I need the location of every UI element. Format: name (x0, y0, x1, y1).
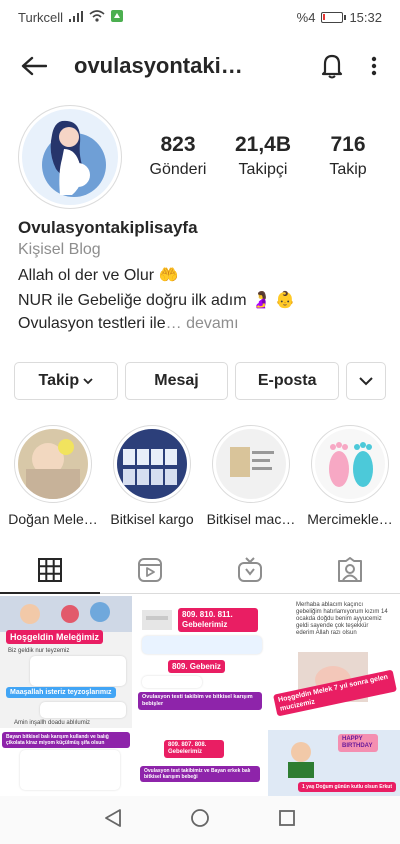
tab-igtv[interactable] (200, 546, 300, 593)
nav-back-button[interactable] (104, 808, 122, 833)
post-caption-tag: Hoşgeldin Meleğimiz (6, 630, 104, 644)
email-button[interactable]: E-posta (235, 362, 340, 400)
highlight-cover (18, 429, 88, 499)
profile-header: 823 Gönderi 21,4B Takipçi 716 Takip (0, 105, 400, 215)
highlight-label: Bitkisel mac… (206, 511, 296, 527)
tab-reels[interactable] (100, 546, 200, 593)
post-caption-tag: Bayan bitkisel balı karışım kullandı ve … (2, 732, 130, 748)
clock: 15:32 (349, 9, 382, 25)
post-caption-tag: 1 yaş Doğum günün kutlu olsun Erkut (298, 782, 397, 792)
following-label: Takip (329, 161, 367, 178)
highlight-cover (216, 429, 286, 499)
post-thumbnail[interactable]: HAPPY BIRTHDAY 1 yaş Doğum günün kutlu o… (268, 730, 400, 796)
highlight-label: Doğan Mele… (8, 511, 98, 527)
message-button[interactable]: Mesaj (124, 362, 229, 400)
suggested-dropdown-button[interactable] (346, 362, 387, 400)
post-thumbnail[interactable]: 809. 807. 808. Gebelerimiz Ovulasyon tes… (134, 730, 266, 796)
igtv-icon (238, 556, 262, 582)
category-label: Kişisel Blog (18, 241, 101, 258)
bio-line-2: NUR ile Gebeliğe doğru ilk adım 🤰 👶 (18, 292, 296, 309)
chevron-down-icon (359, 376, 373, 385)
notifications-button[interactable] (314, 48, 350, 84)
profile-stats: 823 Gönderi 21,4B Takipçi 716 Takip (138, 133, 388, 179)
display-name: Ovulasyontakiplisayfa (18, 218, 198, 237)
notification-app-icon (111, 9, 124, 25)
highlight-cover (117, 429, 187, 499)
posts-count: 823 (160, 133, 196, 156)
highlight-label: Mercimekle… (307, 511, 393, 527)
follow-label: Takip (38, 372, 80, 389)
top-bar: ovulasyontaki… (0, 40, 400, 92)
highlight-item[interactable]: Bitkisel kargo (107, 425, 197, 530)
avatar (22, 109, 118, 205)
followers-count: 21,4B (234, 133, 292, 156)
bell-icon (321, 54, 343, 79)
highlight-cover (315, 429, 385, 499)
post-text: Amin inşallh doadu ablılumiz (14, 720, 91, 726)
avatar-ring[interactable] (18, 105, 122, 209)
bio-more-link[interactable]: … devamı (166, 315, 239, 332)
status-bar: Turkcell %4 15:32 (0, 0, 400, 34)
profile-actions: Takip Mesaj E-posta (14, 362, 387, 400)
highlight-label: Bitkisel kargo (110, 511, 194, 527)
posts-stat[interactable]: 823 Gönderi (138, 133, 218, 179)
post-caption-tag: Ovulasyon test takibimiz ve Bayan erkek … (140, 766, 260, 782)
battery-icon (321, 11, 347, 23)
post-caption-tag: Maaşallah isteriz teyzoşlarımız (6, 687, 116, 698)
grid-icon (38, 557, 62, 582)
wifi-icon (89, 9, 105, 25)
post-caption-tag: Ovulasyon testi takibim ve bitkisel karı… (138, 692, 262, 710)
followers-label: Takipçi (238, 161, 288, 178)
post-thumbnail[interactable]: 809. 810. 811. Gebelerimiz 809. Gebeniz … (134, 596, 266, 728)
highlight-item[interactable]: Bitkisel mac… (206, 425, 296, 530)
following-count: 716 (330, 133, 366, 156)
profile-bio: Ovulasyontakiplisayfa Kişisel Blog Allah… (18, 218, 388, 340)
bio-line-3: Ovulasyon testleri ile… devamı (18, 315, 388, 340)
chevron-down-icon (83, 377, 93, 384)
post-caption-tag: 809. Gebeniz (168, 660, 225, 673)
highlight-item[interactable]: Mercimekle… (305, 425, 395, 530)
post-thumbnail[interactable]: Bayan bitkisel balı karışım kullandı ve … (0, 730, 132, 796)
highlight-item[interactable]: Doğan Mele… (8, 425, 98, 530)
post-caption-tag: 809. 810. 811. Gebelerimiz (178, 608, 258, 632)
carrier-label: Turkcell (18, 9, 64, 25)
profile-username: ovulasyontaki… (74, 53, 243, 78)
post-thumbnail[interactable]: Merhaba ablacım kaçıncı gebeliğim hatırl… (268, 596, 400, 728)
post-text: Biz geldik nur teyzemiz (8, 648, 70, 654)
tab-tagged[interactable] (300, 546, 400, 593)
square-recents-icon (279, 809, 295, 826)
following-stat[interactable]: 716 Takip (308, 133, 388, 179)
posts-grid: Hoşgeldin Meleğimiz Biz geldik nur teyze… (0, 596, 400, 796)
options-button[interactable] (364, 48, 384, 84)
battery-percent: %4 (296, 9, 316, 25)
more-vertical-icon (371, 56, 377, 76)
battery-level (323, 13, 326, 20)
bio-line-1: Allah ol der ve Olur 🤲 (18, 267, 179, 284)
profile-tabs (0, 546, 400, 594)
back-button[interactable] (16, 48, 52, 84)
posts-label: Gönderi (149, 161, 207, 178)
tagged-icon (338, 556, 362, 582)
triangle-back-icon (105, 808, 121, 827)
circle-home-icon (191, 808, 209, 827)
bio-line-3-text: Ovulasyon testleri ile (18, 315, 166, 332)
post-text: Merhaba ablacım kaçıncı gebeliğim hatırl… (296, 602, 388, 636)
arrow-left-icon (21, 56, 47, 76)
followers-stat[interactable]: 21,4B Takipçi (223, 133, 303, 179)
post-thumbnail[interactable]: Hoşgeldin Meleğimiz Biz geldik nur teyze… (0, 596, 132, 728)
post-caption-tag: 809. 807. 808. Gebelerimiz (164, 740, 224, 758)
story-highlights: Doğan Mele… Bitkisel kargo Bitkisel mac…… (0, 425, 400, 530)
signal-icon (69, 10, 84, 25)
system-nav-bar (0, 796, 400, 844)
follow-button[interactable]: Takip (14, 362, 118, 400)
nav-recents-button[interactable] (278, 809, 296, 832)
post-caption-tag: HAPPY BIRTHDAY (338, 734, 378, 752)
nav-home-button[interactable] (190, 808, 210, 833)
tab-posts[interactable] (0, 546, 100, 594)
reels-icon (138, 557, 162, 582)
